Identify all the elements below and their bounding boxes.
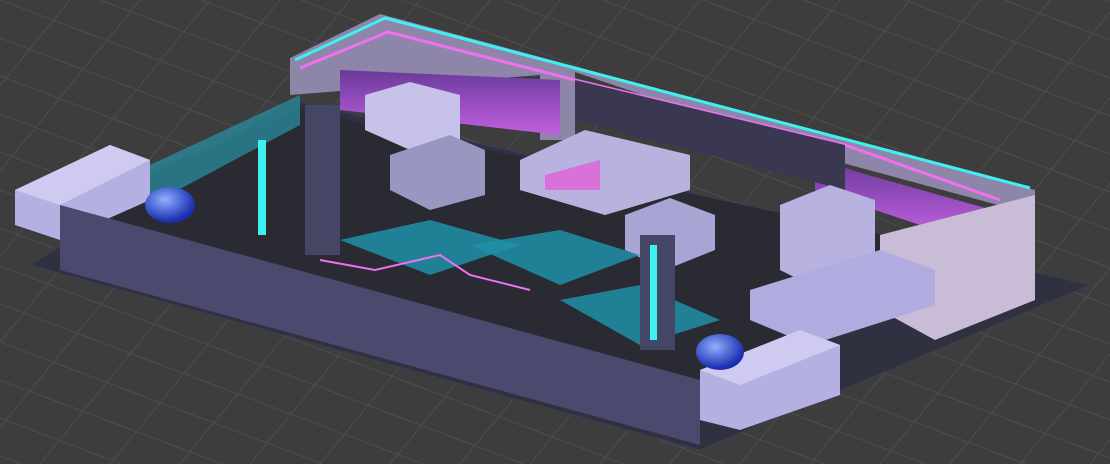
pillar-right-neon: [650, 245, 657, 340]
grid-line: [0, 455, 22, 464]
pillar-left: [305, 105, 340, 255]
pillar-left-neon: [258, 140, 266, 235]
grid-line: [1004, 0, 1110, 41]
grid-line: [803, 0, 1110, 117]
blue-orb-right: [696, 334, 744, 370]
blue-orb-left: [145, 187, 195, 223]
grid-line: [0, 0, 141, 172]
grid-line: [1019, 353, 1110, 464]
level-scene: [0, 0, 1110, 464]
grid-line: [0, 379, 223, 464]
pillar-right: [640, 235, 675, 350]
grid-line: [0, 341, 323, 464]
grid-line: [903, 0, 1110, 79]
grid-line: [0, 417, 122, 464]
grid-line: [1104, 0, 1110, 3]
3d-viewport[interactable]: [0, 0, 1110, 464]
